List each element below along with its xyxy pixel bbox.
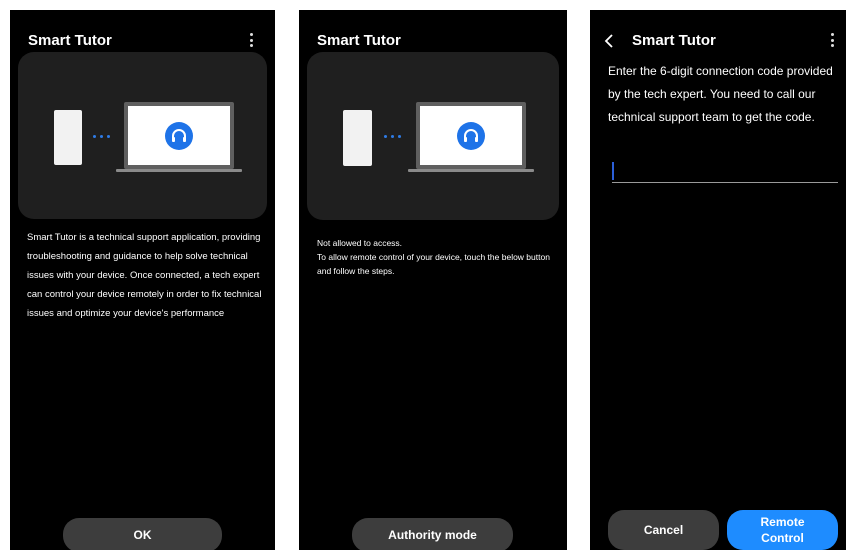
connection-dots bbox=[93, 135, 110, 138]
headset-icon bbox=[165, 122, 193, 150]
not-allowed-text: Not allowed to access. bbox=[317, 238, 403, 248]
laptop-graphic bbox=[416, 102, 526, 169]
intro-screen: Smart Tutor Smart Tutor is a technical s… bbox=[10, 10, 275, 550]
remote-control-label: Remote Control bbox=[760, 515, 805, 545]
app-title: Smart Tutor bbox=[317, 32, 401, 49]
illustration bbox=[307, 52, 559, 220]
more-options-icon[interactable] bbox=[249, 33, 253, 47]
laptop-graphic bbox=[124, 102, 234, 169]
back-arrow-icon[interactable] bbox=[604, 34, 614, 48]
connection-code-screen: Smart Tutor Enter the 6-digit connection… bbox=[590, 10, 846, 550]
instruction-text: To allow remote control of your device, … bbox=[317, 252, 550, 276]
code-instruction: Enter the 6-digit connection code provid… bbox=[608, 64, 833, 124]
text-cursor bbox=[612, 162, 614, 180]
more-options-icon[interactable] bbox=[830, 33, 834, 47]
ok-button[interactable]: OK bbox=[63, 518, 222, 550]
remote-control-button[interactable]: Remote Control bbox=[727, 510, 838, 550]
connection-dots bbox=[384, 135, 401, 138]
phone-graphic bbox=[343, 110, 372, 166]
headset-icon bbox=[457, 122, 485, 150]
phone-graphic bbox=[54, 110, 82, 165]
code-input-underline bbox=[612, 182, 838, 183]
access-denied-screen: Smart Tutor Not allowed to access. To al… bbox=[299, 10, 567, 550]
app-title: Smart Tutor bbox=[28, 32, 112, 49]
app-title: Smart Tutor bbox=[632, 32, 716, 49]
illustration bbox=[18, 52, 267, 219]
laptop-base bbox=[408, 169, 534, 172]
authority-mode-button[interactable]: Authority mode bbox=[352, 518, 513, 550]
laptop-base bbox=[116, 169, 242, 172]
cancel-button[interactable]: Cancel bbox=[608, 510, 719, 550]
app-description: Smart Tutor is a technical support appli… bbox=[27, 232, 262, 319]
code-input[interactable] bbox=[612, 160, 838, 182]
access-message: Not allowed to access. To allow remote c… bbox=[317, 236, 557, 278]
